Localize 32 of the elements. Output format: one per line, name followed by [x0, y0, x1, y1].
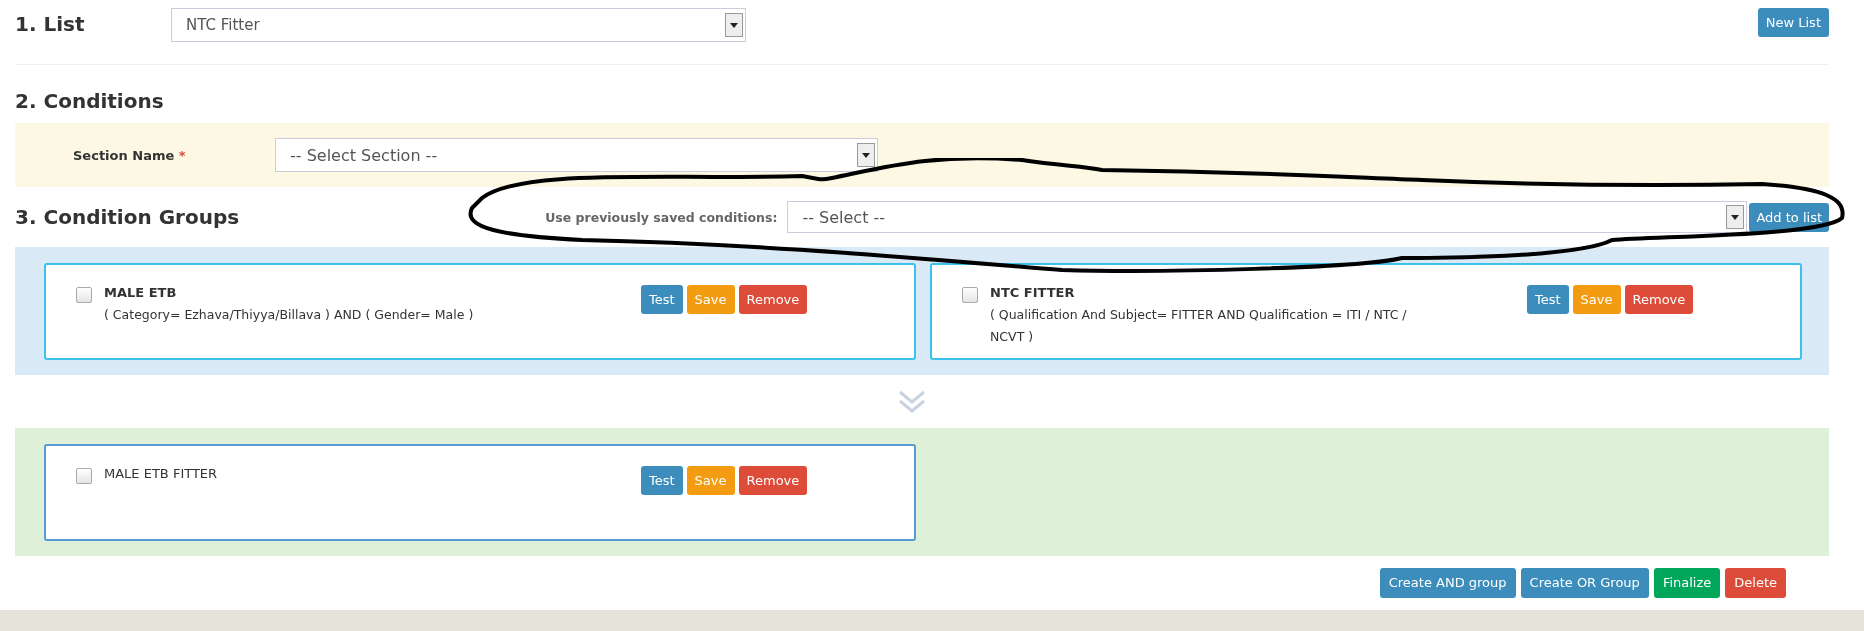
condition-expression: ( Qualification And Subject= FITTER AND Qualification = ITI / NTC / NCVT ) [990, 306, 1408, 346]
condition-expression: ( Category= Ezhava/Thiyya/Billava ) AND ( Gender= Male ) [104, 306, 475, 324]
checkbox[interactable] [76, 287, 92, 303]
section-select[interactable]: -- Select Section -- [275, 138, 878, 172]
checkbox[interactable] [962, 287, 978, 303]
action-button[interactable]: Delete [1725, 567, 1786, 598]
section-heading: 3. Condition Groups [15, 205, 240, 229]
condition-title: NTC FITTER [990, 285, 1076, 300]
field-label: Section Name * [73, 147, 187, 163]
card-button[interactable]: Test [641, 466, 683, 495]
card-button[interactable]: Save [686, 285, 735, 314]
condition-title: MALE ETB FITTER [104, 466, 219, 481]
card-button[interactable]: Remove [1624, 285, 1694, 314]
checkbox[interactable] [76, 468, 92, 484]
field-label: Use previously saved conditions: [545, 209, 778, 225]
card-button[interactable]: Save [1572, 285, 1621, 314]
action-button[interactable]: Create OR Group [1520, 567, 1649, 598]
saved-conditions-select[interactable]: -- Select -- [787, 201, 1748, 233]
double-chevron-down-icon [898, 389, 926, 414]
action-button[interactable]: Create AND group [1379, 567, 1516, 598]
new-list-button[interactable]: New List [1757, 8, 1829, 37]
section-heading: 2. Conditions [15, 89, 164, 113]
card-button[interactable]: Test [1527, 285, 1569, 314]
add-to-list-button[interactable]: Add to list [1749, 202, 1829, 232]
card-button[interactable]: Remove [738, 285, 808, 314]
section-heading: 1. List [15, 11, 86, 36]
card-button[interactable]: Remove [738, 466, 808, 495]
card-button[interactable]: Test [641, 285, 683, 314]
condition-title: MALE ETB [104, 285, 178, 300]
card-button[interactable]: Save [686, 466, 735, 495]
action-button[interactable]: Finalize [1653, 567, 1721, 598]
list-select[interactable]: NTC Fitter [171, 8, 746, 42]
